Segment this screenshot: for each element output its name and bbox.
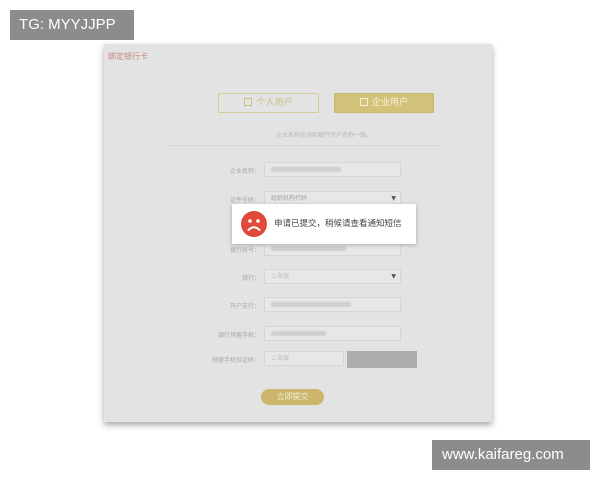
bank-phone-label: 银行预留手机：	[217, 332, 260, 339]
tab-enterprise-user[interactable]: 企业用户	[334, 93, 434, 113]
toast-message: 申请已提交，稍候请查看通知短信	[274, 219, 402, 229]
branch-label: 开户支行：	[229, 303, 260, 310]
toast-notification: 申请已提交，稍候请查看通知短信	[232, 204, 416, 244]
screenshot-canvas: TG: MYYJJPP 绑定银行卡 个人用户 企业用户 企业名称必须和银行开户名…	[0, 0, 600, 480]
bank-select[interactable]: 上海银 ▼	[264, 269, 401, 284]
notice-text: 企业名称必须和银行开户名称一致。	[275, 132, 372, 139]
redacted-value	[271, 246, 346, 251]
sms-code-input[interactable]: 上海银	[264, 351, 344, 366]
redacted-value	[271, 167, 341, 172]
person-card-icon	[244, 98, 253, 106]
branch-input[interactable]	[264, 297, 401, 312]
company-name-input[interactable]	[264, 162, 401, 177]
bank-label: 银行：	[241, 275, 260, 282]
tab-enterprise-label: 企业用户	[371, 98, 408, 108]
dialog-title: 绑定银行卡	[108, 52, 148, 61]
sms-code-label: 预留手机验证码：	[211, 357, 260, 364]
company-name-label: 企业名称：	[229, 168, 260, 175]
bank-phone-input[interactable]	[264, 326, 401, 341]
divider	[166, 145, 440, 146]
id-type-value: 组织机构代码	[271, 195, 308, 202]
id-type-label: 证件号码：	[229, 197, 260, 204]
sad-face-icon	[241, 211, 267, 237]
tab-personal-user[interactable]: 个人用户	[218, 93, 319, 113]
submit-button[interactable]: 立即提交	[261, 389, 324, 405]
send-code-button[interactable]	[347, 351, 417, 368]
sms-code-value: 上海银	[271, 355, 290, 362]
chevron-down-icon: ▼	[391, 273, 396, 280]
tab-personal-label: 个人用户	[256, 98, 293, 108]
bank-account-label: 银行账号：	[229, 247, 260, 254]
redacted-value	[271, 331, 326, 336]
redacted-value	[271, 302, 351, 307]
building-icon	[359, 98, 368, 106]
watermark-top-left: TG: MYYJJPP	[10, 10, 134, 40]
bank-value: 上海银	[271, 273, 290, 280]
watermark-bottom-right: www.kaifareg.com	[432, 440, 590, 470]
